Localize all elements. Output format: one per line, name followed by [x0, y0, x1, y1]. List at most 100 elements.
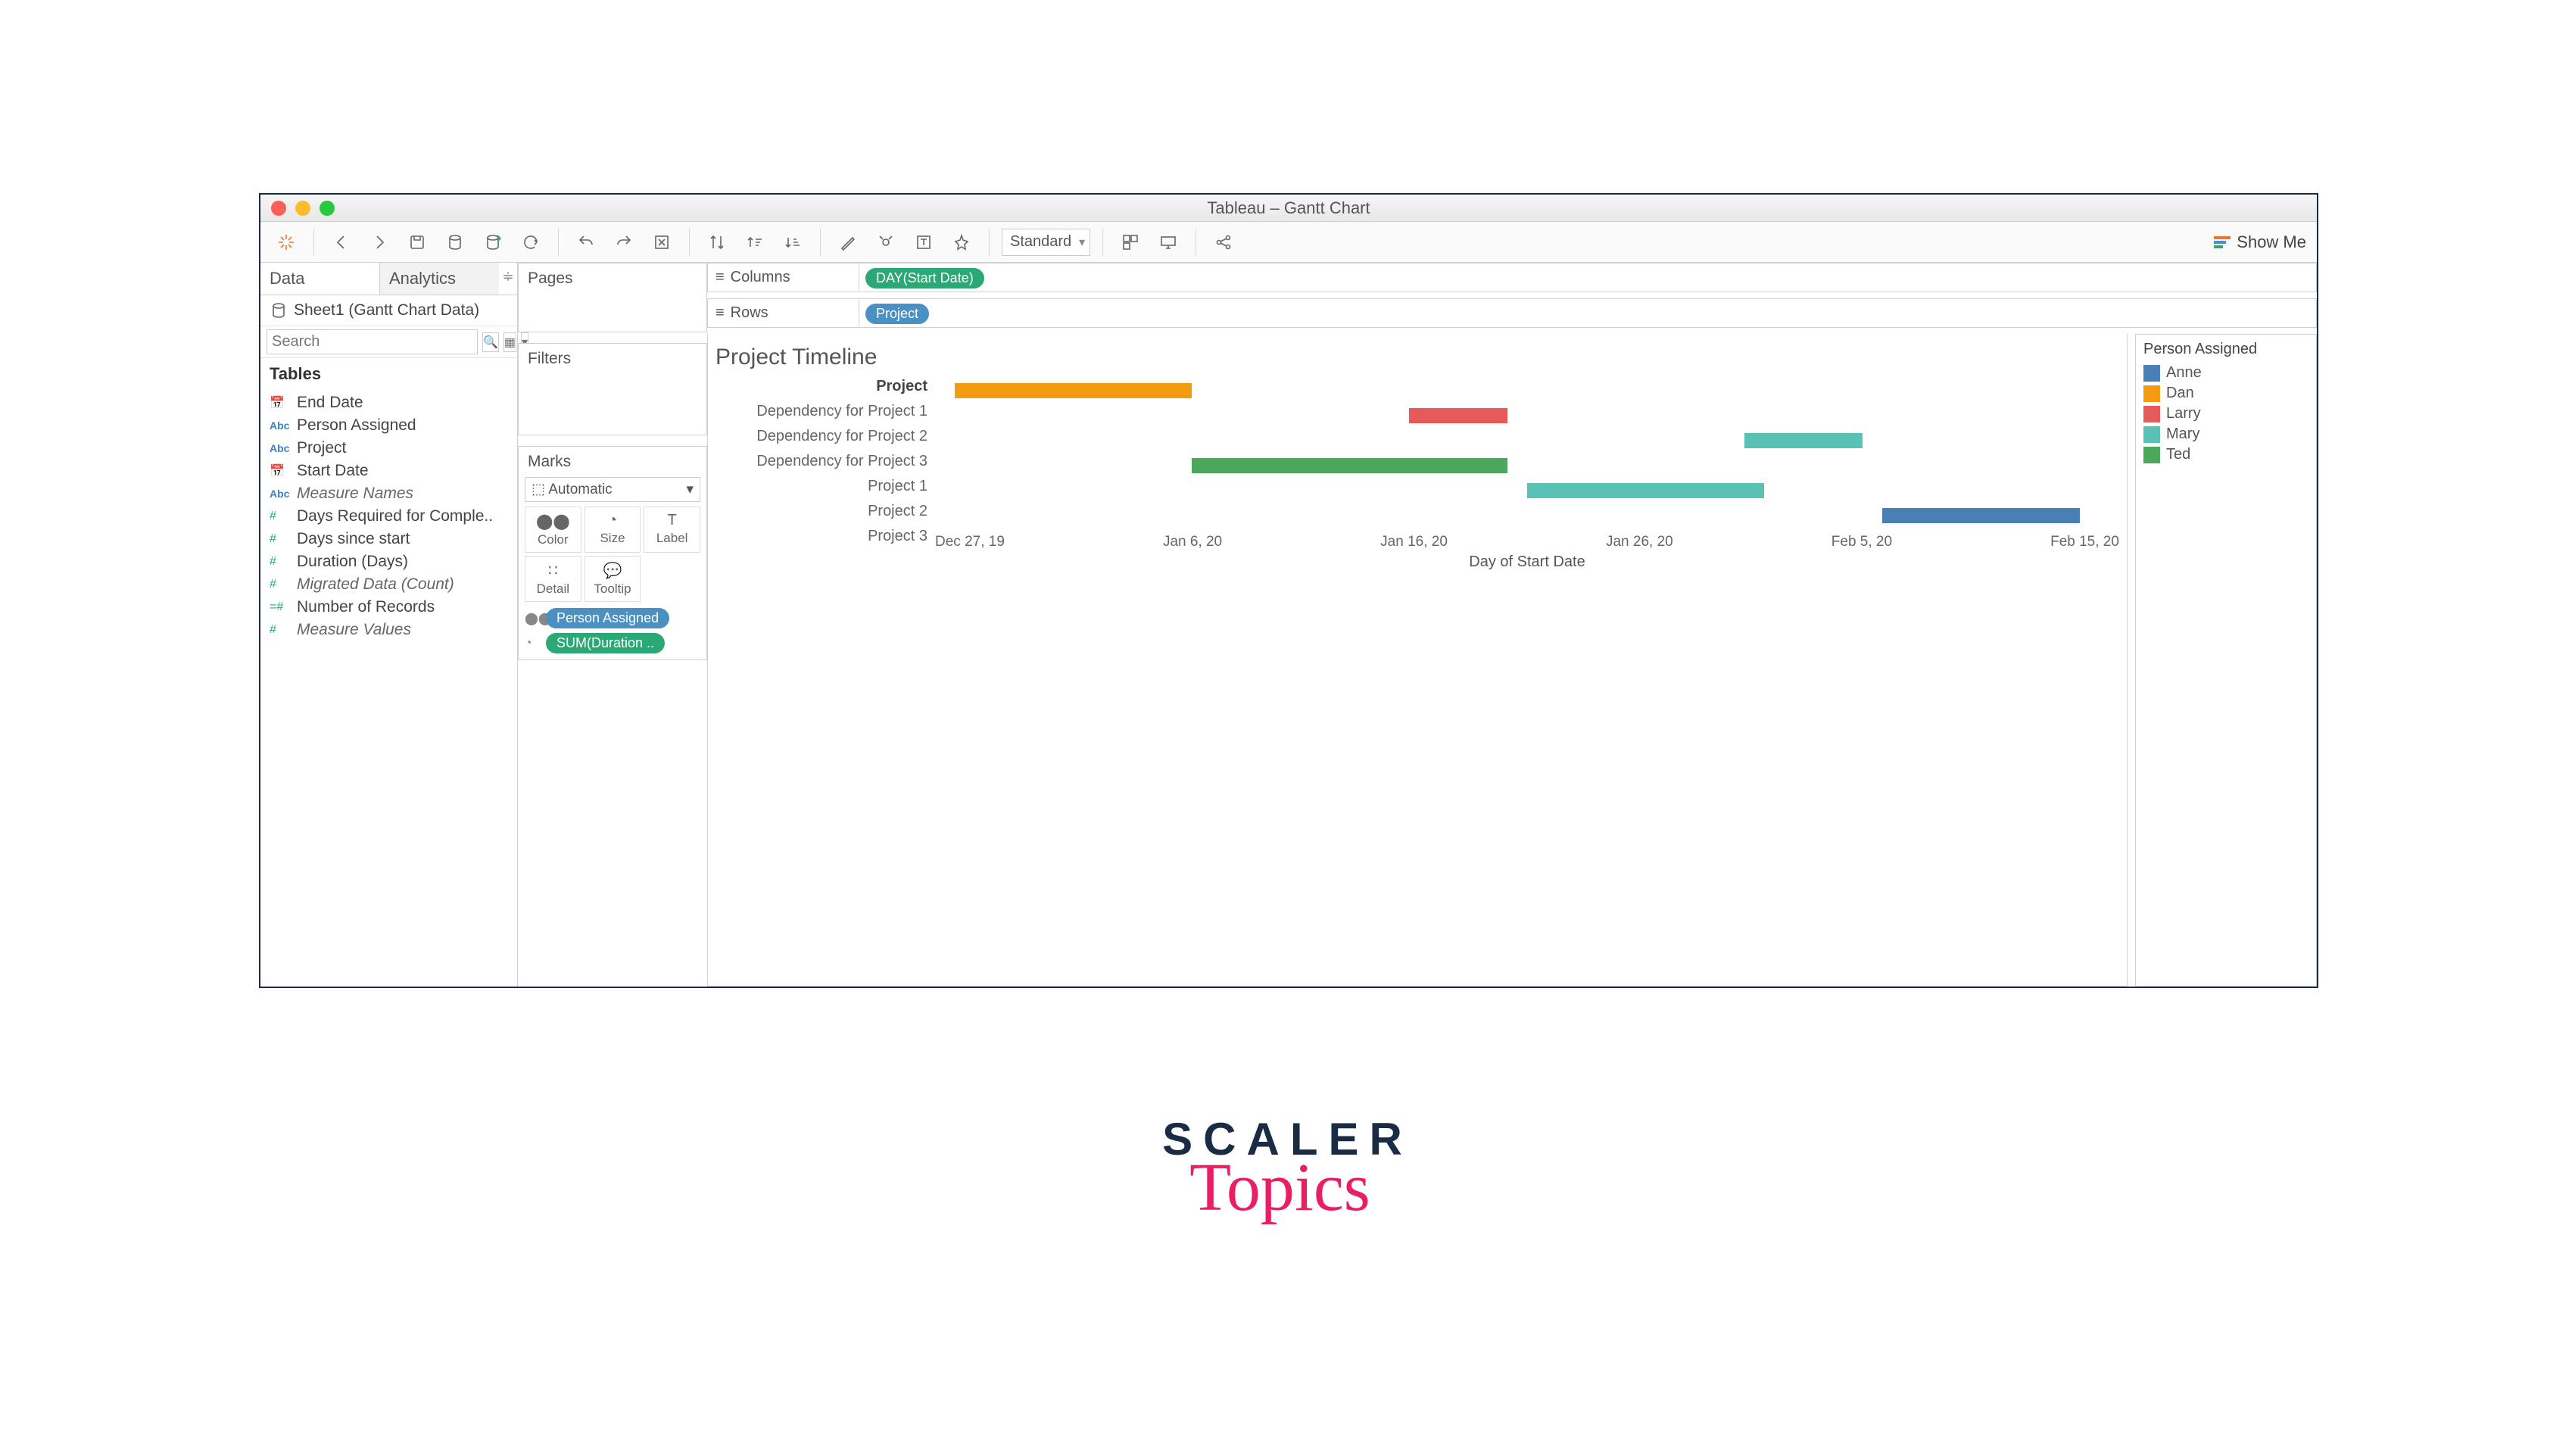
- rows-pill[interactable]: Project: [865, 304, 929, 324]
- back-button[interactable]: [326, 228, 357, 257]
- datasource-icon: [270, 301, 288, 320]
- field-project[interactable]: AbcProject: [260, 437, 517, 460]
- pane-options-icon[interactable]: ≑: [499, 263, 517, 295]
- redo-button[interactable]: [609, 228, 639, 257]
- gantt-bar[interactable]: [1409, 408, 1507, 423]
- legend-item-mary[interactable]: Mary: [2143, 424, 2308, 444]
- viz-area: ≡Columns DAY(Start Date) ≡Rows Project P…: [707, 263, 2317, 987]
- forward-button[interactable]: [364, 228, 394, 257]
- field-search-input[interactable]: [267, 329, 478, 354]
- field-migrated-data-count-[interactable]: #Migrated Data (Count): [260, 573, 517, 596]
- legend-item-ted[interactable]: Ted: [2143, 444, 2308, 465]
- color-legend[interactable]: Person Assigned AnneDanLarryMaryTed: [2135, 334, 2317, 987]
- show-me-button[interactable]: Show Me: [2214, 232, 2306, 252]
- field-list: 📅End DateAbcPerson AssignedAbcProject📅St…: [260, 390, 517, 643]
- tab-analytics[interactable]: Analytics: [380, 263, 499, 295]
- row-header: Dependency for Project 1: [715, 399, 935, 424]
- gantt-plot[interactable]: [935, 378, 2119, 528]
- highlight-button[interactable]: [833, 228, 863, 257]
- pause-autoupdate-button[interactable]: [478, 228, 508, 257]
- window-title: Tableau – Gantt Chart: [260, 198, 2317, 218]
- search-icon[interactable]: 🔍: [482, 332, 499, 352]
- x-tick: Feb 5, 20: [1831, 534, 1892, 550]
- row-header-title: Project: [715, 378, 935, 399]
- legend-item-dan[interactable]: Dan: [2143, 383, 2308, 404]
- data-analytics-tabs: Data Analytics ≑: [260, 263, 517, 295]
- show-me-icon: [2214, 236, 2231, 248]
- worksheet[interactable]: Project Timeline Project Dependency for …: [707, 334, 2128, 987]
- pin-button[interactable]: [946, 228, 977, 257]
- tables-header: Tables: [260, 358, 517, 390]
- marks-size-button[interactable]: ◔Size: [585, 507, 641, 553]
- columns-shelf[interactable]: ≡Columns DAY(Start Date): [707, 263, 2317, 292]
- worksheet-title[interactable]: Project Timeline: [715, 345, 2119, 370]
- group-button[interactable]: [871, 228, 901, 257]
- sort-desc-button[interactable]: [778, 228, 808, 257]
- legend-title: Person Assigned: [2143, 341, 2308, 358]
- gantt-bar[interactable]: [1744, 433, 1863, 448]
- field-end-date[interactable]: 📅End Date: [260, 391, 517, 414]
- marks-label-button[interactable]: TLabel: [644, 507, 700, 553]
- field-measure-names[interactable]: AbcMeasure Names: [260, 482, 517, 505]
- fit-mode-select[interactable]: Standard: [1002, 229, 1090, 256]
- tab-data[interactable]: Data: [260, 263, 380, 295]
- x-tick: Feb 15, 20: [2050, 534, 2119, 550]
- gantt-bar[interactable]: [955, 383, 1192, 398]
- x-tick: Jan 6, 20: [1163, 534, 1222, 550]
- gantt-bar[interactable]: [1882, 508, 2080, 523]
- view-fields-icon[interactable]: ▦: [503, 332, 516, 352]
- mark-pill-person-assigned[interactable]: ⬤⬤Person Assigned: [525, 608, 700, 628]
- x-tick: Dec 27, 19: [935, 534, 1005, 550]
- tableau-logo-icon[interactable]: [271, 228, 301, 257]
- pages-shelf[interactable]: Pages: [518, 263, 707, 332]
- presentation-mode-button[interactable]: [1153, 228, 1183, 257]
- undo-button[interactable]: [571, 228, 601, 257]
- new-data-source-button[interactable]: [440, 228, 470, 257]
- row-header: Dependency for Project 2: [715, 424, 935, 449]
- marks-type-select[interactable]: ⬚ Automatic▾: [525, 477, 700, 502]
- refresh-button[interactable]: [516, 228, 546, 257]
- show-cards-button[interactable]: [1115, 228, 1146, 257]
- row-header: Project 2: [715, 499, 935, 524]
- field-days-since-start[interactable]: #Days since start: [260, 528, 517, 550]
- x-tick: Jan 26, 20: [1606, 534, 1673, 550]
- field-measure-values[interactable]: #Measure Values: [260, 619, 517, 641]
- row-header: Dependency for Project 3: [715, 449, 935, 474]
- field-person-assigned[interactable]: AbcPerson Assigned: [260, 414, 517, 437]
- data-pane: Data Analytics ≑ Sheet1 (Gantt Chart Dat…: [260, 263, 518, 987]
- legend-item-anne[interactable]: Anne: [2143, 363, 2308, 383]
- filters-shelf[interactable]: Filters: [518, 343, 707, 435]
- legend-item-larry[interactable]: Larry: [2143, 404, 2308, 424]
- marks-tooltip-button[interactable]: 💬Tooltip: [585, 556, 641, 602]
- field-number-of-records[interactable]: =#Number of Records: [260, 596, 517, 619]
- shelves-column: Pages Filters Marks ⬚ Automatic▾ ⬤⬤Color…: [518, 263, 707, 987]
- x-tick: Jan 16, 20: [1380, 534, 1448, 550]
- sort-asc-button[interactable]: [740, 228, 770, 257]
- field-duration-days-[interactable]: #Duration (Days): [260, 550, 517, 573]
- text-label-button[interactable]: [909, 228, 939, 257]
- field-search-row: 🔍 ▦ ▾: [260, 326, 517, 358]
- rows-shelf[interactable]: ≡Rows Project: [707, 298, 2317, 328]
- mark-pill-sum-duration-[interactable]: ◔SUM(Duration ..: [525, 633, 700, 653]
- x-axis-title: Day of Start Date: [935, 553, 2119, 571]
- row-header: Project 3: [715, 524, 935, 549]
- columns-pill[interactable]: DAY(Start Date): [865, 268, 984, 288]
- titlebar: Tableau – Gantt Chart: [260, 195, 2317, 222]
- clear-sheet-button[interactable]: [647, 228, 677, 257]
- main-toolbar: Standard Show Me: [260, 222, 2317, 263]
- row-header: Project 1: [715, 474, 935, 499]
- share-button[interactable]: [1208, 228, 1239, 257]
- gantt-bar[interactable]: [1527, 483, 1764, 498]
- field-days-required-for-comple-[interactable]: #Days Required for Comple..: [260, 505, 517, 528]
- app-window: Tableau – Gantt Chart Standard: [259, 193, 2318, 988]
- marks-detail-button[interactable]: ∷Detail: [525, 556, 581, 602]
- marks-card: Marks ⬚ Automatic▾ ⬤⬤Color ◔Size TLabel …: [518, 446, 707, 660]
- marks-color-button[interactable]: ⬤⬤Color: [525, 507, 581, 553]
- scaler-topics-logo: SCALER Topics: [1162, 1113, 1413, 1227]
- datasource-row[interactable]: Sheet1 (Gantt Chart Data): [260, 295, 517, 326]
- field-start-date[interactable]: 📅Start Date: [260, 460, 517, 482]
- x-axis: Dec 27, 19 Jan 6, 20 Jan 16, 20 Jan 26, 20 F…: [935, 534, 2119, 550]
- gantt-bar[interactable]: [1192, 458, 1507, 473]
- swap-button[interactable]: [702, 228, 732, 257]
- save-button[interactable]: [402, 228, 432, 257]
